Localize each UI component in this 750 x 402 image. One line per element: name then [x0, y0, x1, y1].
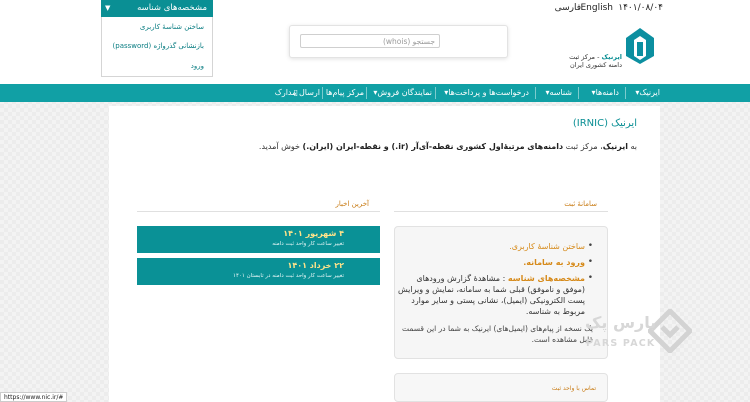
- nav-separator: [578, 87, 579, 99]
- news-title: تغییر ساعت کار واحد ثبت دامنه: [272, 241, 344, 247]
- menu-item-login[interactable]: ورود: [191, 62, 204, 70]
- intro-suffix: خوش آمدید.: [258, 142, 303, 151]
- list-item: ساختن شناسهٔ کاربری.: [398, 241, 593, 252]
- intro-mid: ، مرکز ثبت: [563, 142, 603, 151]
- parspack-wordmark-en: PARS PACK: [586, 338, 656, 349]
- nav-item-domains[interactable]: دامنه‌ها▾: [592, 84, 619, 102]
- list-item: مشخصه‌های شناسه : مشاهدهٔ گزارش ورودهای …: [398, 273, 593, 317]
- nav-separator: [625, 87, 626, 99]
- news-heading-bar: آخرین اخبار: [137, 198, 380, 212]
- nav-item-irnic[interactable]: ایرنیک▾: [635, 84, 660, 102]
- nav-item-identity[interactable]: شناسه▾: [545, 84, 572, 102]
- irnic-logo[interactable]: [622, 26, 658, 64]
- system-heading: سامانهٔ ثبت: [561, 200, 600, 208]
- messages-note: یک نسخه از پیام‌های (ایمیل‌های) ایرنیک ب…: [402, 324, 593, 344]
- system-card: ساختن شناسهٔ کاربری. ورود به سامانه. مشخ…: [394, 226, 608, 359]
- nav-label: درخواست‌ها و پرداخت‌ها: [448, 88, 529, 97]
- logo-caption: ایرنیک - مرکز ثبت دامنه کشوری ایران: [562, 53, 622, 69]
- system-links: ساختن شناسهٔ کاربری. ورود به سامانه. مشخ…: [398, 241, 593, 322]
- intro-text: به ایرنیک، مرکز ثبت دامنه‌های مرتبهٔ‌اول…: [259, 142, 637, 151]
- news-title: تغییر ساعت کار واحد ثبت دامنه در تابستان…: [233, 273, 344, 279]
- contact-heading: تماس با واحد ثبت: [551, 385, 596, 392]
- nav-label: مرکز پیام‌ها: [325, 88, 364, 97]
- nav-separator: [435, 87, 436, 99]
- intro-irnic: ایرنیک: [602, 142, 628, 151]
- identity-link[interactable]: مشخصه‌های شناسه: [508, 274, 585, 283]
- nav-label: دامنه‌ها: [595, 88, 619, 97]
- intro-prefix: به: [627, 142, 637, 151]
- mobile-icon[interactable]: ▯: [294, 84, 298, 102]
- news-item[interactable]: ۲۲ خرداد ۱۴۰۱ تغییر ساعت کار واحد ثبت دا…: [137, 258, 380, 285]
- menu-item-reset-password[interactable]: بازنشانی گذرواژه (password): [113, 42, 204, 50]
- page-title: ایرنیک (IRNIC): [572, 118, 637, 129]
- menu-item-create-id[interactable]: ساختن شناسهٔ کاربری: [140, 23, 204, 31]
- news-item[interactable]: ۴ شهریور ۱۴۰۱ تغییر ساعت کار واحد ثبت دا…: [137, 226, 380, 253]
- whois-search-input[interactable]: [300, 34, 440, 48]
- nav-separator: [535, 87, 536, 99]
- nav-label: نمایندگان فروش: [377, 88, 432, 97]
- news-date: ۲۲ خرداد ۱۴۰۱: [287, 261, 344, 270]
- nav-item-requests-payments[interactable]: درخواست‌ها و پرداخت‌ها▾: [444, 84, 529, 102]
- caret-down-icon: ▼: [105, 4, 111, 12]
- intro-domains: دامنه‌های مرتبهٔ‌اول کشوری نقطه-آی‌آر (i…: [302, 142, 564, 151]
- language-english-link[interactable]: English: [581, 3, 614, 13]
- language-farsi-link[interactable]: فارسی: [555, 3, 581, 13]
- list-item: ورود به سامانه.: [398, 257, 593, 268]
- contact-card: تماس با واحد ثبت: [394, 373, 608, 402]
- nav-separator: [300, 87, 301, 99]
- parspack-wordmark-fa: پارس پک: [585, 313, 657, 332]
- nav-separator: [366, 87, 367, 99]
- current-date: ۱۴۰۱/۰۸/۰۴: [618, 3, 663, 13]
- login-link[interactable]: ورود به سامانه.: [523, 258, 585, 267]
- status-bar-url: https://www.nic.ir/#: [0, 392, 68, 402]
- nav-label: شناسه: [549, 88, 572, 97]
- system-heading-bar: سامانهٔ ثبت: [394, 198, 608, 212]
- nav-label: ایرنیک: [639, 88, 660, 97]
- logo-line2: دامنه کشوری ایران: [569, 60, 622, 69]
- identity-menu-label: مشخصه‌های شناسه: [137, 3, 207, 13]
- nav-item-message-center[interactable]: مرکز پیام‌ها: [326, 84, 364, 102]
- main-nav: ایرنیک▾ دامنه‌ها▾ شناسه▾ درخواست‌ها و پر…: [0, 84, 750, 102]
- news-heading: آخرین اخبار: [332, 200, 372, 208]
- identity-menu-button[interactable]: مشخصه‌های شناسه ▼: [101, 0, 213, 17]
- create-id-link[interactable]: ساختن شناسهٔ کاربری.: [509, 242, 585, 251]
- identity-dropdown: ساختن شناسهٔ کاربری بازنشانی گذرواژه (pa…: [101, 17, 213, 77]
- nav-separator: [322, 87, 323, 99]
- news-date: ۴ شهریور ۱۴۰۱: [283, 229, 344, 238]
- nav-item-resellers[interactable]: نمایندگان فروش▾: [373, 84, 432, 102]
